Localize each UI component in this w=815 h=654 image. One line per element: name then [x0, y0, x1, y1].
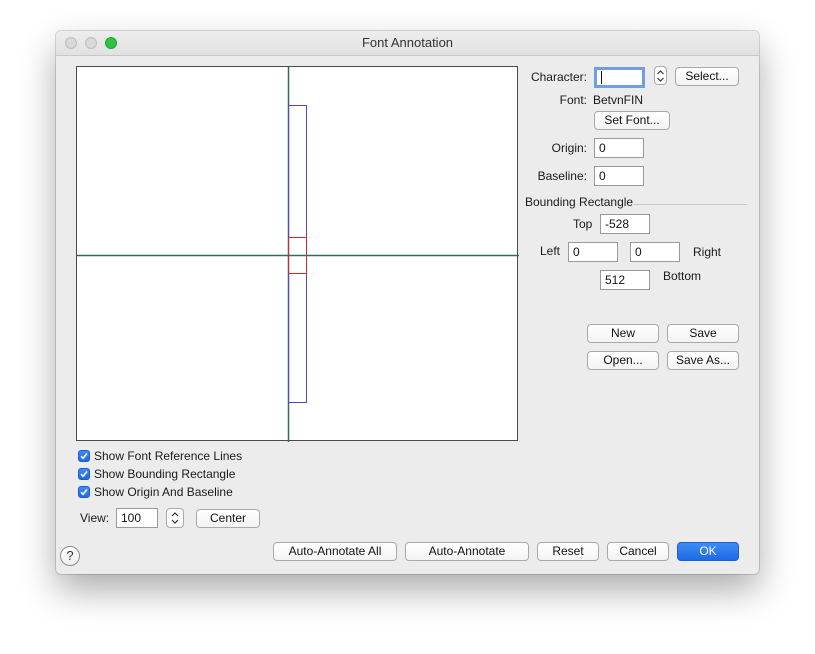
character-stepper[interactable] — [654, 66, 667, 85]
show-bounding-rectangle-checkbox[interactable] — [78, 468, 90, 480]
set-font-button[interactable]: Set Font... — [594, 111, 670, 130]
character-label: Character: — [530, 70, 587, 84]
glyph-preview-canvas[interactable] — [76, 66, 519, 442]
origin-input[interactable] — [594, 138, 644, 158]
font-annotation-window: Font Annotation Character: Select... Fon… — [56, 31, 759, 574]
bounding-rectangle-heading: Bounding Rectangle — [525, 195, 634, 209]
title-bar[interactable]: Font Annotation — [56, 31, 759, 56]
window-title: Font Annotation — [361, 35, 454, 50]
center-button[interactable]: Center — [196, 509, 260, 528]
origin-label: Origin: — [551, 141, 587, 155]
show-origin-and-baseline-label[interactable]: Show Origin And Baseline — [94, 485, 233, 499]
view-zoom-input[interactable] — [116, 508, 158, 528]
bottom-input[interactable] — [600, 270, 650, 290]
auto-annotate-all-button[interactable]: Auto-Annotate All — [273, 542, 397, 561]
bottom-label: Bottom — [663, 269, 702, 283]
font-label: Font: — [559, 93, 587, 107]
cancel-button[interactable]: Cancel — [607, 542, 669, 561]
ok-button[interactable]: OK — [677, 542, 739, 561]
show-bounding-rectangle-label[interactable]: Show Bounding Rectangle — [94, 467, 235, 481]
help-icon[interactable]: ? — [60, 546, 80, 566]
top-input[interactable] — [600, 214, 650, 234]
right-input[interactable] — [630, 242, 680, 262]
font-name: BetvnFIN — [593, 93, 644, 107]
auto-annotate-button[interactable]: Auto-Annotate — [405, 542, 529, 561]
show-font-reference-lines-label[interactable]: Show Font Reference Lines — [94, 449, 242, 463]
left-input[interactable] — [568, 242, 618, 262]
show-font-reference-lines-checkbox[interactable] — [78, 450, 90, 462]
right-label: Right — [693, 245, 722, 259]
view-label: View: — [80, 511, 110, 525]
section-divider — [634, 204, 747, 205]
view-zoom-stepper[interactable] — [166, 508, 184, 528]
top-label: Top — [573, 217, 593, 231]
baseline-label: Baseline: — [537, 169, 587, 183]
save-as-button[interactable]: Save As... — [667, 351, 739, 370]
reset-button[interactable]: Reset — [537, 542, 599, 561]
baseline-input[interactable] — [594, 166, 644, 186]
show-origin-and-baseline-checkbox[interactable] — [78, 486, 90, 498]
left-label: Left — [540, 244, 561, 258]
save-button[interactable]: Save — [667, 324, 739, 343]
select-character-button[interactable]: Select... — [675, 67, 739, 86]
bounding-rectangle — [288, 105, 307, 403]
new-button[interactable]: New — [587, 324, 659, 343]
text-caret — [601, 71, 602, 84]
open-button[interactable]: Open... — [587, 351, 659, 370]
